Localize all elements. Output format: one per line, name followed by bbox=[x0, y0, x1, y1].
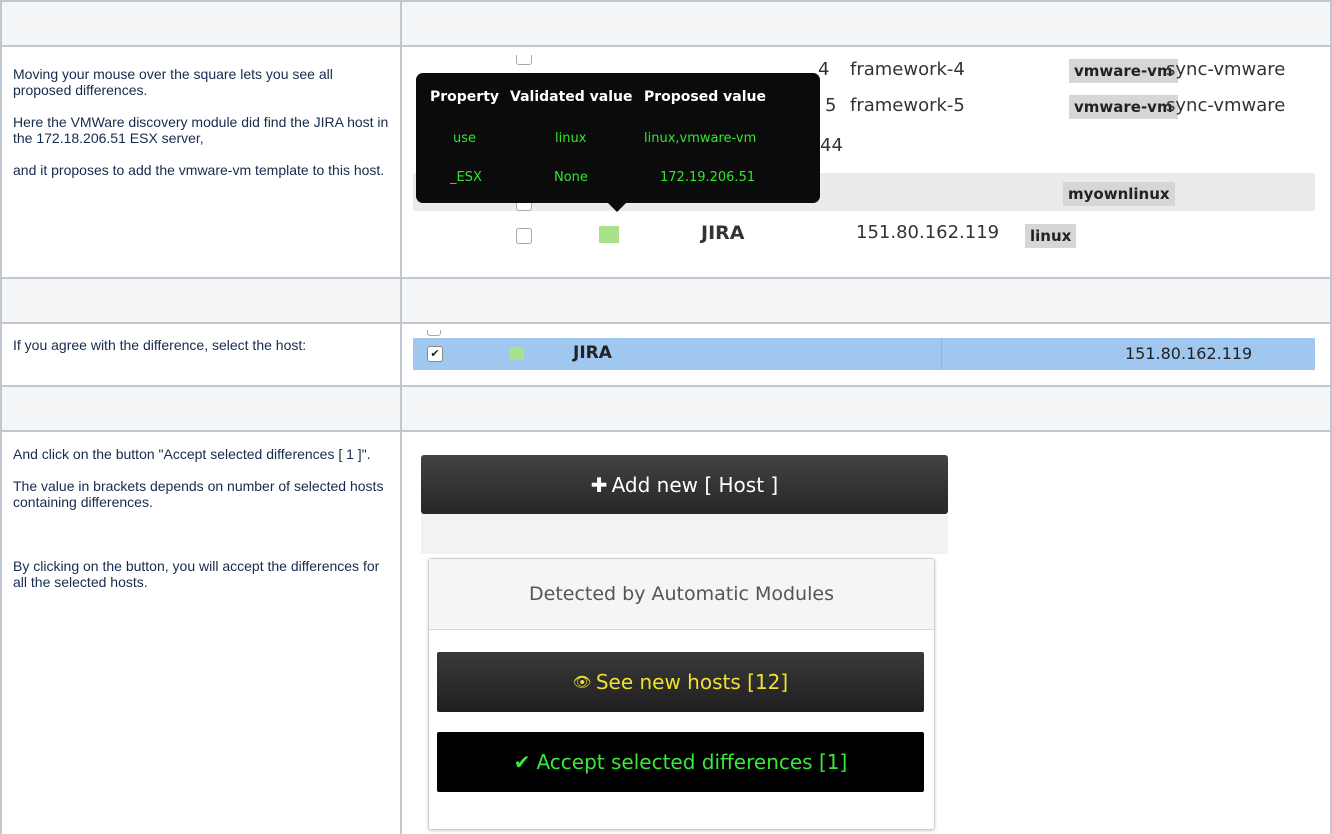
template-badge: linux bbox=[1025, 224, 1077, 248]
tooltip-value: linux bbox=[555, 131, 587, 146]
host-name: 5 bbox=[825, 95, 837, 116]
table-row bbox=[0, 277, 1332, 322]
table-row bbox=[0, 0, 1332, 45]
check-icon: ✔ bbox=[513, 750, 531, 774]
tooltip-header: Proposed value bbox=[644, 89, 766, 105]
see-new-hosts-label: See new hosts [12] bbox=[595, 670, 789, 694]
host-row: JIRA 151.80.162.119 linux bbox=[413, 211, 1315, 255]
eye-icon: 👁 bbox=[572, 673, 592, 691]
column-divider bbox=[941, 338, 942, 370]
accept-paragraph: The value in brackets depends on number … bbox=[13, 478, 384, 510]
table-cell bbox=[0, 0, 400, 45]
intro-description: Moving your mouse over the square lets y… bbox=[13, 66, 393, 194]
tooltip-value: _ESX bbox=[450, 170, 482, 185]
intro-paragraph: and it proposes to add the vmware-vm tem… bbox=[13, 162, 385, 178]
add-new-host-button[interactable]: ✚ Add new [ Host ] bbox=[421, 455, 948, 514]
tooltip-header: Property bbox=[430, 89, 500, 105]
host-name: 44 bbox=[820, 135, 843, 156]
accept-differences-label: Accept selected differences [1] bbox=[536, 750, 848, 774]
host-address: 151.80.162.119 bbox=[1125, 344, 1253, 363]
difference-indicator[interactable] bbox=[599, 226, 619, 243]
table-cell: If you agree with the difference, select… bbox=[0, 322, 400, 385]
hosts-tooltip-screenshot: 4 framework-4 vmware-vm sync-vmware 5 fr… bbox=[413, 55, 1315, 255]
host-alias: framework-4 bbox=[850, 59, 965, 80]
table-cell: And click on the button "Accept selected… bbox=[0, 430, 400, 834]
table-cell bbox=[0, 277, 400, 322]
table-cell: Moving your mouse over the square lets y… bbox=[0, 45, 400, 277]
see-new-hosts-button[interactable]: 👁 See new hosts [12] bbox=[437, 652, 924, 712]
table-cell bbox=[0, 385, 400, 430]
tooltip-value: use bbox=[453, 131, 477, 146]
tooltip-value: 172.19.206.51 bbox=[660, 170, 756, 185]
table-cell bbox=[400, 277, 1332, 322]
table-row bbox=[0, 385, 1332, 430]
template-badge: vmware-vm bbox=[1069, 59, 1178, 83]
tooltip-value: None bbox=[554, 170, 588, 185]
actions-screenshot: ✚ Add new [ Host ] Detected by Automatic… bbox=[413, 455, 948, 830]
host-name: JIRA bbox=[701, 222, 745, 244]
intro-paragraph: Moving your mouse over the square lets y… bbox=[13, 66, 333, 98]
panel-title: Detected by Automatic Modules bbox=[429, 559, 934, 630]
tooltip-arrow bbox=[608, 203, 626, 212]
check-icon: ✔ bbox=[430, 347, 440, 360]
template-badge: myownlinux bbox=[1063, 182, 1175, 206]
host-name: JIRA bbox=[573, 343, 612, 363]
accept-paragraph: By clicking on the button, you will acce… bbox=[13, 558, 380, 590]
table-cell bbox=[400, 385, 1332, 430]
plus-icon: ✚ bbox=[590, 472, 608, 497]
row-checkbox[interactable] bbox=[516, 55, 532, 65]
button-area-background bbox=[421, 514, 948, 554]
sync-label: sync-vmware bbox=[1166, 95, 1286, 116]
accept-description: And click on the button "Accept selected… bbox=[13, 446, 393, 606]
host-alias: framework-5 bbox=[850, 95, 965, 116]
add-new-host-label: Add new [ Host ] bbox=[611, 472, 779, 497]
differences-tooltip: Property Validated value Proposed value … bbox=[416, 73, 820, 203]
row-checkbox-checked[interactable]: ✔ bbox=[427, 346, 443, 362]
selected-host-screenshot: ✔ JIRA 151.80.162.119 bbox=[413, 330, 1315, 370]
intro-paragraph: Here the VMWare discovery module did fin… bbox=[13, 114, 389, 146]
selected-host-row[interactable]: ✔ JIRA 151.80.162.119 bbox=[413, 338, 1315, 370]
tooltip-header: Validated value bbox=[510, 89, 633, 105]
table-cell bbox=[400, 0, 1332, 45]
select-description: If you agree with the difference, select… bbox=[13, 337, 307, 353]
difference-indicator[interactable] bbox=[509, 347, 524, 360]
row-checkbox[interactable] bbox=[427, 330, 441, 336]
template-badge: vmware-vm bbox=[1069, 95, 1178, 119]
accept-paragraph: And click on the button "Accept selected… bbox=[13, 446, 371, 462]
automatic-modules-panel: Detected by Automatic Modules 👁 See new … bbox=[428, 558, 935, 830]
tooltip-value: linux,vmware-vm bbox=[644, 131, 757, 146]
sync-label: sync-vmware bbox=[1166, 59, 1286, 80]
host-address: 151.80.162.119 bbox=[856, 222, 1000, 243]
host-name: 4 bbox=[818, 59, 830, 80]
row-checkbox[interactable] bbox=[516, 228, 532, 244]
accept-differences-button[interactable]: ✔ Accept selected differences [1] bbox=[437, 732, 924, 792]
